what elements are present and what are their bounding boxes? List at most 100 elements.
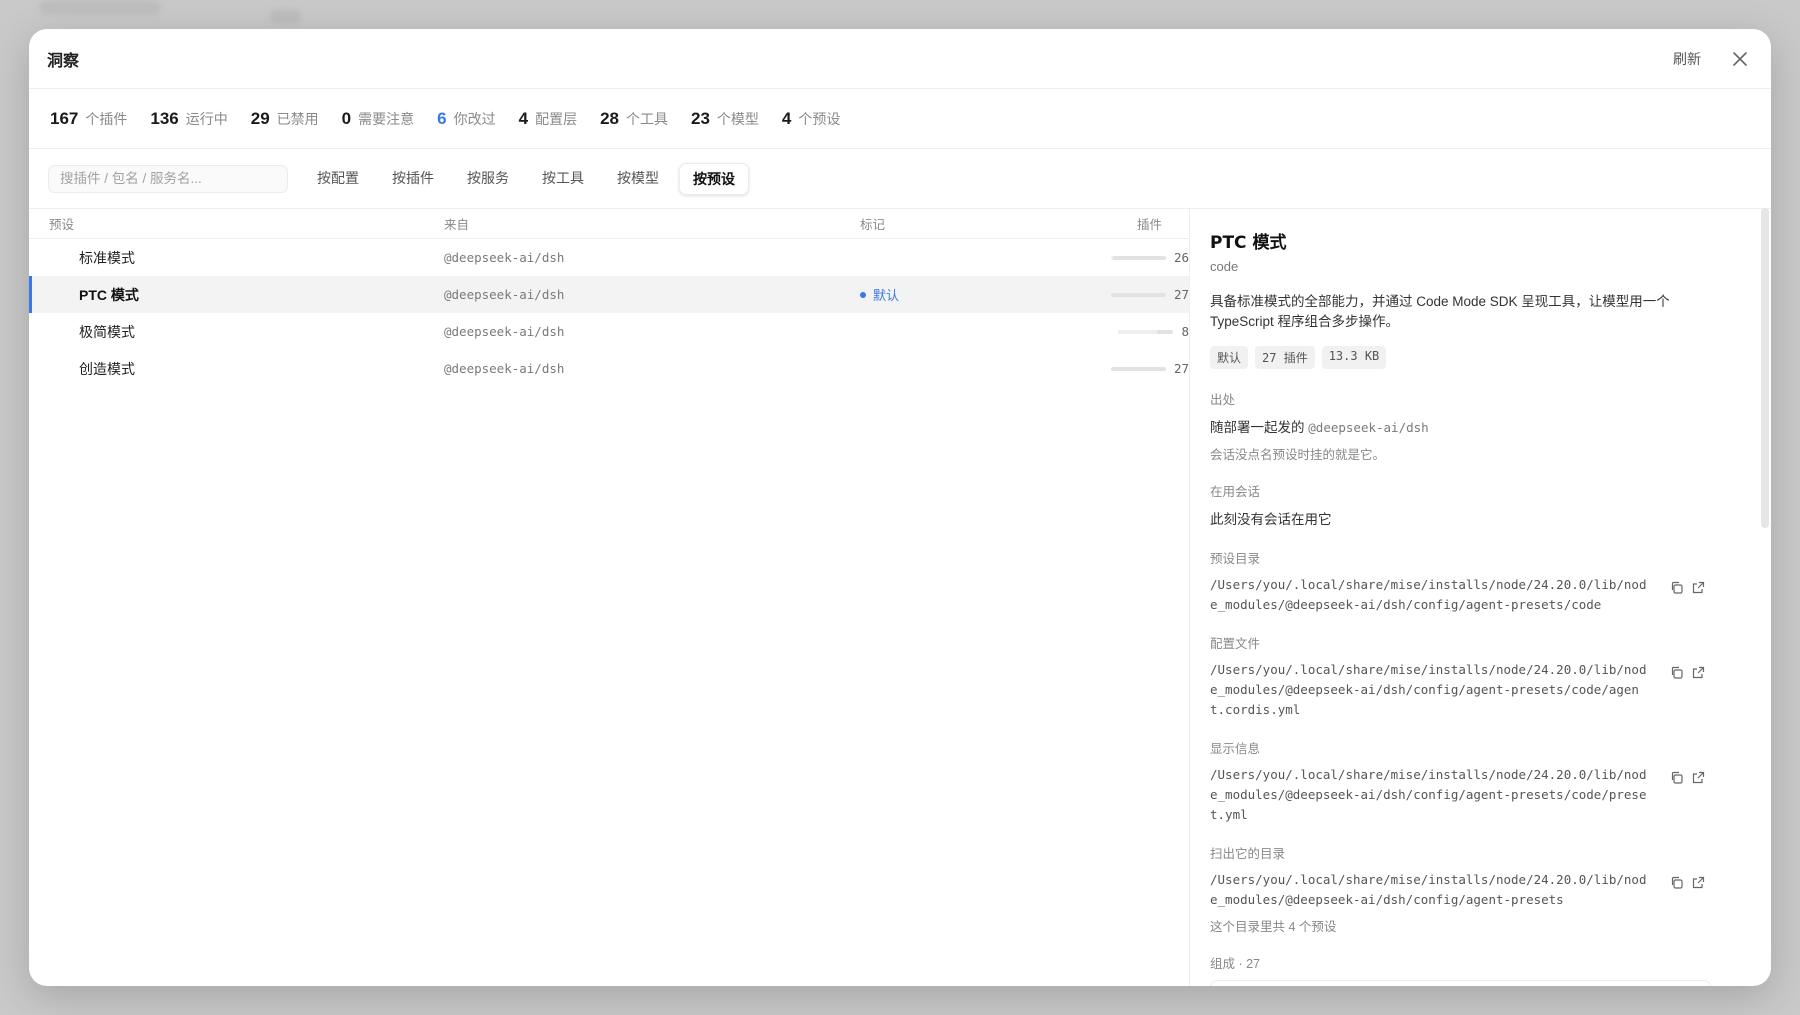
detail-scrollbar[interactable] (1761, 208, 1769, 528)
stat-number: 4 (518, 108, 529, 128)
modal-title: 洞察 (47, 52, 80, 70)
row-plugins: 27 (1090, 287, 1189, 302)
plugin-bar-fill (1110, 366, 1166, 371)
path-label: 预设目录 (1210, 552, 1261, 566)
path-value: /Users/you/.local/share/mise/installs/no… (1210, 662, 1647, 717)
tab-3[interactable]: 按服务 (454, 163, 522, 195)
row-plugins: 27 (1090, 361, 1189, 376)
header-preset: 预设 (49, 217, 75, 232)
path-value: /Users/you/.local/share/mise/installs/no… (1210, 577, 1647, 612)
stat-label: 个工具 (626, 110, 668, 127)
composition-label: 组成 · 27 (1210, 957, 1261, 971)
origin-label: 出处 (1210, 393, 1236, 407)
table-header: 预设 来自 标记 插件 (29, 208, 1189, 239)
copy-icon[interactable] (1667, 578, 1685, 596)
row-name: 创造模式 (79, 360, 135, 377)
stat-number: 29 (250, 108, 270, 128)
sessions-label: 在用会话 (1210, 485, 1261, 499)
row-mark: 默认 (873, 288, 900, 303)
origin-package: @deepseek-ai/dsh (1308, 420, 1429, 435)
plugin-bar-fill (1156, 329, 1174, 334)
path-value: /Users/you/.local/share/mise/installs/no… (1210, 872, 1647, 907)
preset-table: 预设 来自 标记 插件 标准模式 @deepseek-ai/dsh 26 PTC… (29, 208, 1190, 986)
plugin-bar (1110, 292, 1166, 297)
tab-5[interactable]: 按模型 (604, 163, 672, 195)
row-plugins: 26 (1090, 250, 1189, 265)
stat-number: 0 (341, 108, 352, 128)
row-count: 26 (1173, 250, 1189, 265)
stat-label: 运行中 (185, 110, 228, 127)
stat-item: 29 已禁用 (251, 109, 319, 129)
header-plugins: 插件 (1136, 217, 1162, 232)
search-input[interactable] (48, 164, 288, 193)
plugin-bar (1118, 329, 1174, 334)
plugin-bar-fill (1113, 255, 1166, 260)
stat-item: 136 运行中 (150, 109, 227, 129)
copy-icon[interactable] (1667, 873, 1685, 891)
plugin-bar (1110, 255, 1166, 260)
row-from: @deepseek-ai/dsh (444, 250, 565, 265)
badge-plugins: 27 插件 (1255, 346, 1315, 369)
badge-size: 13.3 KB (1321, 346, 1387, 369)
detail-panel: PTC 模式 code 具备标准模式的全部能力，并通过 Code Mode SD… (1190, 208, 1771, 986)
path-section: 扫出它的目录 /Users/you/.local/share/mise/inst… (1210, 843, 1711, 935)
origin-text: 随部署一起发的 @deepseek-ai/dsh (1210, 416, 1711, 436)
badge-default: 默认 (1210, 346, 1249, 369)
external-link-icon[interactable] (1689, 768, 1707, 786)
stat-item: 6 你改过 (437, 109, 495, 129)
path-label: 配置文件 (1210, 637, 1261, 651)
row-from: @deepseek-ai/dsh (444, 361, 565, 376)
stat-number: 28 (600, 108, 619, 128)
stat-item: 167 个插件 (50, 109, 127, 129)
view-tabs: 按配置 按插件 按服务 按工具 按模型 按预设 (304, 162, 756, 195)
tab-2[interactable]: 按插件 (379, 163, 447, 195)
row-count: 8 (1181, 324, 1189, 339)
table-row[interactable]: 极简模式 @deepseek-ai/dsh 8 (29, 313, 1189, 350)
stat-item: 0 需要注意 (342, 109, 414, 129)
path-value: /Users/you/.local/share/mise/installs/no… (1210, 767, 1647, 822)
row-name: 极简模式 (79, 323, 135, 340)
stat-number: 23 (691, 108, 710, 128)
composition-list: persona@deepseek-ai/dsh-personaagent-ins… (1210, 980, 1711, 986)
detail-badges: 默认 27 插件 13.3 KB (1210, 346, 1711, 369)
stat-label: 个模型 (716, 110, 759, 127)
origin-desc: 随部署一起发的 (1210, 420, 1305, 435)
default-dot-icon (860, 291, 866, 298)
path-note: 这个目录里共 4 个预设 (1210, 920, 1337, 934)
path-section: 预设目录 /Users/you/.local/share/mise/instal… (1210, 548, 1711, 615)
stat-number: 167 (50, 108, 79, 128)
toolbar: 按配置按插件按服务按工具按模型按预设 (29, 149, 1771, 209)
stat-number: 6 (437, 108, 447, 128)
row-from: @deepseek-ai/dsh (444, 324, 565, 339)
copy-icon[interactable] (1667, 663, 1685, 681)
tab-4[interactable]: 按工具 (529, 163, 597, 195)
table-row[interactable]: 创造模式 @deepseek-ai/dsh 27 (29, 350, 1189, 387)
origin-note: 会话没点名预设时挂的就是它。 (1210, 448, 1386, 462)
stat-number: 136 (150, 108, 179, 128)
path-label: 显示信息 (1210, 742, 1261, 756)
modal-header: 洞察 刷新 (29, 29, 1771, 89)
path-section: 配置文件 /Users/you/.local/share/mise/instal… (1210, 633, 1711, 720)
path-section: 显示信息 /Users/you/.local/share/mise/instal… (1210, 738, 1711, 825)
copy-icon[interactable] (1667, 768, 1685, 786)
table-row[interactable]: PTC 模式 @deepseek-ai/dsh 默认 27 (29, 276, 1189, 313)
stat-item: 4 个预设 (782, 109, 840, 129)
close-icon[interactable] (1729, 48, 1751, 70)
table-row[interactable]: 标准模式 @deepseek-ai/dsh 26 (29, 239, 1189, 276)
stat-label: 配置层 (535, 110, 578, 127)
external-link-icon[interactable] (1689, 663, 1707, 681)
external-link-icon[interactable] (1689, 578, 1707, 596)
stat-item: 23 个模型 (691, 109, 759, 129)
stat-number: 4 (781, 108, 792, 128)
header-from: 来自 (444, 217, 470, 232)
detail-description: 具备标准模式的全部能力，并通过 Code Mode SDK 呈现工具，让模型用一… (1210, 294, 1670, 329)
tab-6[interactable]: 按预设 (679, 162, 749, 195)
refresh-button[interactable]: 刷新 (1673, 49, 1701, 69)
insights-modal: 洞察 刷新 167 个插件 136 运行中 29 已禁用 0 需要注意 6 你改过 4 配置层 28 个工… (29, 29, 1771, 986)
external-link-icon[interactable] (1689, 873, 1707, 891)
stats-bar: 167 个插件 136 运行中 29 已禁用 0 需要注意 6 你改过 4 配置层 28 个工具 23 个模型… (29, 89, 1771, 149)
plugin-bar-fill (1110, 292, 1166, 297)
tab-1[interactable]: 按配置 (304, 163, 372, 195)
backdrop-shape (40, 0, 160, 14)
sessions-text: 此刻没有会话在用它 (1210, 512, 1332, 527)
